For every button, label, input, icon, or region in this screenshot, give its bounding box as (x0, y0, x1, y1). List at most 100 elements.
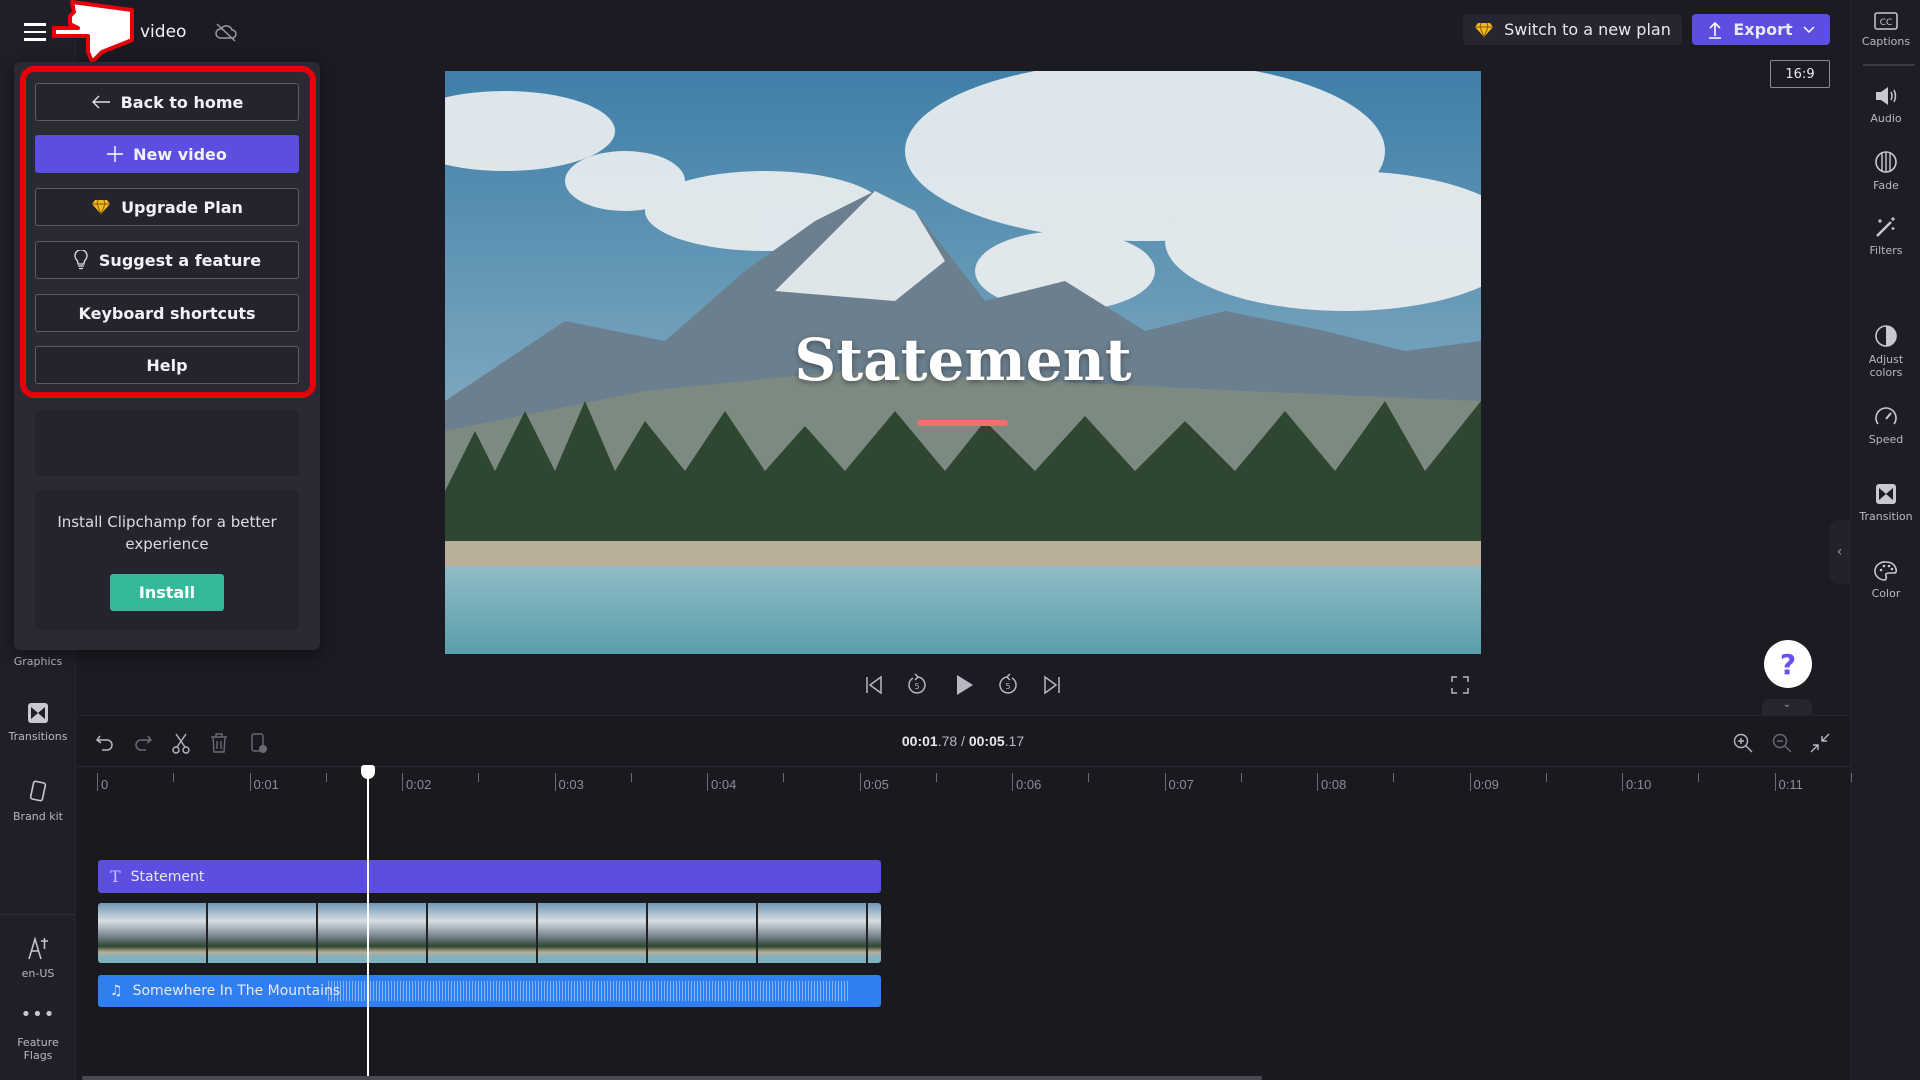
skip-to-end-icon[interactable] (1040, 673, 1064, 697)
ruler-minor-tick (1240, 773, 1242, 782)
ruler-label: 0:08 (1321, 777, 1347, 792)
expand-panel-button[interactable]: ‹ (1829, 520, 1850, 584)
switch-plan-button[interactable]: Switch to a new plan (1463, 14, 1682, 45)
transitions-icon (28, 703, 48, 723)
ruler-label: 0:04 (711, 777, 737, 792)
ruler-minor-tick (630, 773, 632, 782)
ruler-major-tick (402, 773, 403, 791)
ruler-major-tick (1469, 773, 1471, 791)
sidebar-item-language[interactable]: en-US (0, 935, 76, 980)
ruler-label: 0:01 (253, 777, 279, 792)
ruler-minor-tick (935, 773, 937, 782)
ruler-minor-tick (1545, 773, 1547, 782)
panel-item-captions[interactable]: CC Captions (1851, 12, 1920, 48)
music-note-icon: ♫ (110, 983, 123, 999)
ruler-minor-tick (1393, 773, 1395, 782)
fit-timeline-icon[interactable] (1809, 732, 1831, 754)
empty-card (35, 410, 299, 476)
panel-item-audio[interactable]: Audio (1851, 85, 1920, 125)
video-preview[interactable]: Statement (445, 71, 1481, 654)
ruler-label: 0:06 (1016, 777, 1042, 792)
hamburger-menu-button[interactable] (24, 23, 46, 41)
ruler-major-tick (1317, 773, 1318, 791)
text-underline-decoration (917, 420, 1008, 426)
duplicate-icon[interactable] (248, 732, 270, 754)
question-mark-icon: ? (1779, 647, 1797, 681)
aspect-ratio-button[interactable]: 16:9 (1770, 60, 1830, 88)
sidebar-item-graphics[interactable]: Graphics (0, 655, 76, 668)
project-title[interactable]: video (140, 22, 186, 42)
help-bubble-button[interactable]: ? (1764, 640, 1812, 688)
zoom-in-icon[interactable] (1732, 732, 1754, 754)
play-icon[interactable] (952, 673, 976, 697)
magic-wand-icon (1876, 217, 1895, 237)
ruler-major-tick (1164, 773, 1166, 791)
ruler-label: 0:02 (406, 777, 432, 792)
video-clip[interactable] (98, 903, 881, 963)
more-dots-icon: ••• (20, 1004, 56, 1025)
timeline-scrollbar[interactable] (82, 1076, 1262, 1080)
palette-icon (1874, 561, 1898, 581)
ruler-minor-tick (1088, 773, 1090, 782)
timeline-panel (76, 715, 1850, 1080)
rewind-5-icon[interactable]: 5 (905, 673, 929, 697)
ruler-major-tick (1622, 773, 1623, 791)
sidebar-item-brand-kit[interactable]: Brand kit (0, 780, 76, 823)
ruler-label: 0:09 (1473, 777, 1499, 792)
annotation-highlight-box (20, 66, 316, 398)
svg-text:5: 5 (1005, 682, 1010, 691)
sidebar-item-feature-flags[interactable]: ••• Feature Flags (0, 1004, 76, 1063)
panel-item-speed[interactable]: Speed (1851, 406, 1920, 446)
panel-item-fade[interactable]: Fade (1851, 150, 1920, 192)
skip-to-start-icon[interactable] (862, 673, 886, 697)
svg-text:5: 5 (914, 682, 919, 691)
delete-icon[interactable] (208, 732, 230, 754)
brand-kit-icon (29, 780, 47, 802)
language-icon (28, 936, 48, 960)
timeline-divider (76, 766, 1850, 767)
svg-text:CC: CC (1880, 18, 1893, 28)
ruler-label: 0:05 (863, 777, 889, 792)
sidebar-item-transitions[interactable]: Transitions (0, 702, 76, 743)
text-type-icon: T (110, 867, 121, 886)
fullscreen-icon[interactable] (1448, 673, 1472, 697)
contrast-icon (1875, 325, 1897, 347)
scissors-icon[interactable] (170, 732, 192, 754)
panel-item-filters[interactable]: Filters (1851, 215, 1920, 257)
ruler-major-tick (554, 773, 556, 791)
fade-icon (1875, 151, 1897, 173)
chevron-left-icon: ‹ (1836, 544, 1843, 560)
undo-icon[interactable] (94, 732, 116, 754)
ruler-minor-tick (1698, 773, 1700, 782)
cloud-off-icon (215, 23, 237, 42)
forward-5-icon[interactable]: 5 (996, 673, 1020, 697)
ruler-label: 0:07 (1168, 777, 1194, 792)
ruler-major-tick (859, 773, 861, 791)
zoom-out-icon[interactable] (1771, 732, 1793, 754)
panel-item-transition[interactable]: Transition (1851, 483, 1920, 523)
upload-icon (1709, 21, 1722, 39)
preview-overlay-text[interactable]: Statement (445, 326, 1481, 394)
ruler-major-tick (1012, 773, 1013, 791)
ruler-minor-tick (1850, 773, 1852, 782)
time-display: 00:01.78 / 00:05.17 (901, 733, 1025, 749)
chevron-down-icon (1803, 25, 1815, 33)
ruler-label: 0 (101, 777, 109, 792)
speaker-icon (1876, 87, 1897, 105)
text-clip[interactable]: T Statement (98, 860, 881, 893)
playhead[interactable] (361, 765, 376, 1080)
ruler-label: 0:11 (1778, 777, 1803, 792)
ruler-major-tick (707, 773, 708, 791)
panel-item-color[interactable]: Color (1851, 560, 1920, 600)
panel-item-adjust-colors[interactable]: Adjust colors (1851, 324, 1920, 379)
pointer-hand-icon (52, 0, 134, 64)
redo-icon[interactable] (132, 732, 154, 754)
diamond-icon (1475, 22, 1494, 38)
ruler-major-tick (249, 773, 251, 791)
export-button[interactable]: Export (1692, 14, 1830, 45)
ruler-major-tick (1774, 773, 1776, 791)
captions-icon: CC (1874, 12, 1898, 30)
install-button[interactable]: Install (110, 574, 224, 611)
audio-clip[interactable]: ♫ Somewhere In The Mountains (98, 975, 881, 1007)
chevron-down-icon: ⌄ (1782, 699, 1792, 710)
